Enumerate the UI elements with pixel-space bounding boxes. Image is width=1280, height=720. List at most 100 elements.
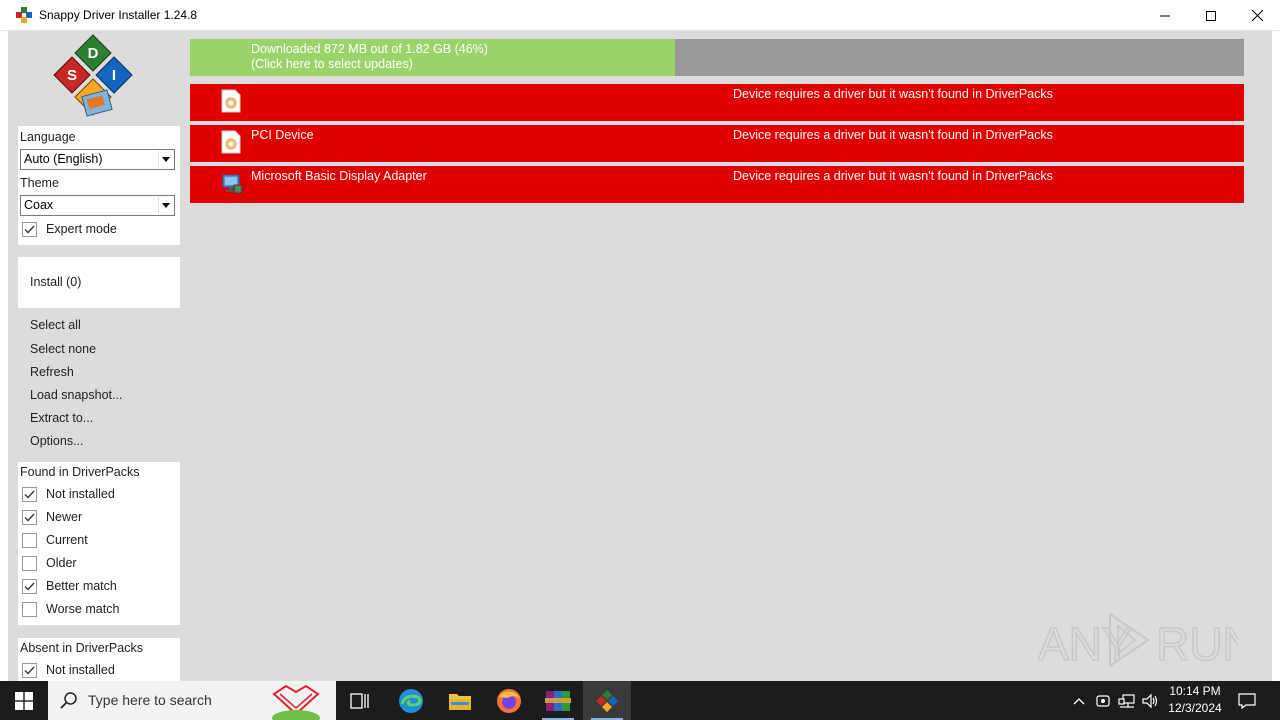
winrar-icon xyxy=(545,690,571,711)
checkbox-checked-icon xyxy=(22,662,37,678)
svg-text:RUN: RUN xyxy=(1156,618,1238,670)
settings-panel: Language Auto (English) Theme Coax Exper… xyxy=(18,126,180,245)
theme-select-value: Coax xyxy=(24,198,54,212)
found-filter-checkbox[interactable]: Newer xyxy=(22,508,82,526)
windows-icon xyxy=(15,691,33,710)
found-filters-panel: Found in DriverPacks Not installed Newer C… xyxy=(18,462,180,625)
select-all-button[interactable]: Select all xyxy=(30,318,81,332)
chevron-up-icon xyxy=(1073,697,1085,704)
device-row[interactable]: Microsoft Basic Display Adapter Device re… xyxy=(190,166,1244,203)
tray-network[interactable] xyxy=(1116,681,1138,720)
checkbox-unchecked-icon xyxy=(22,601,37,617)
network-icon xyxy=(1118,693,1135,708)
refresh-button[interactable]: Refresh xyxy=(30,365,74,379)
checkbox-checked-icon xyxy=(22,486,37,502)
folder-icon xyxy=(449,693,471,710)
firefox-icon xyxy=(497,688,521,713)
tray-meet-now[interactable] xyxy=(1092,681,1114,720)
absent-title: Absent in DriverPacks xyxy=(20,641,143,655)
sdi-logo: D S I xyxy=(48,33,138,125)
sidebar: D S I Language Auto (English) Theme Coax… xyxy=(8,31,188,681)
download-progress-bar[interactable]: Downloaded 872 MB out of 1.82 GB (46%) (… xyxy=(190,39,1244,76)
taskbar-edge[interactable] xyxy=(387,681,435,720)
notification-icon xyxy=(1238,692,1256,709)
search-placeholder: Type here to search xyxy=(88,692,212,708)
extract-to-button[interactable]: Extract to... xyxy=(30,411,93,425)
filter-label: Worse match xyxy=(46,602,120,616)
filter-label: Not installed xyxy=(46,487,115,501)
app-icon xyxy=(16,7,32,23)
svg-text:S: S xyxy=(67,67,77,84)
language-select[interactable]: Auto (English) xyxy=(20,149,175,170)
device-row[interactable]: Device requires a driver but it wasn't f… xyxy=(190,84,1244,121)
found-filter-checkbox[interactable]: Older xyxy=(22,554,77,572)
select-none-button[interactable]: Select none xyxy=(30,342,96,356)
taskbar-search-box[interactable]: Type here to search xyxy=(48,681,336,720)
chevron-down-icon xyxy=(158,197,173,214)
action-center-button[interactable] xyxy=(1234,681,1260,720)
theme-select[interactable]: Coax xyxy=(20,195,175,216)
search-icon xyxy=(60,691,78,712)
device-row[interactable]: PCI Device Device requires a driver but i… xyxy=(190,125,1244,162)
taskbar: Type here to search 10:14 PM 12/3/2024 xyxy=(0,681,1280,720)
svg-text:I: I xyxy=(112,67,116,84)
absent-filter-checkbox[interactable]: Not installed xyxy=(22,661,115,679)
device-generic-icon xyxy=(221,130,241,154)
taskbar-snappy-driver-installer[interactable] xyxy=(583,681,631,720)
device-name: Microsoft Basic Display Adapter xyxy=(251,169,427,183)
svg-text:D: D xyxy=(88,45,99,62)
progress-line-2: (Click here to select updates) xyxy=(251,57,413,71)
found-title: Found in DriverPacks xyxy=(20,465,140,479)
checkbox-checked-icon xyxy=(22,578,37,594)
window-border-right xyxy=(1272,31,1280,681)
filter-label: Newer xyxy=(46,510,83,524)
title-bar: Snappy Driver Installer 1.24.8 xyxy=(0,0,1280,31)
filter-label: Older xyxy=(46,556,77,570)
expert-mode-checkbox[interactable]: Expert mode xyxy=(22,220,117,238)
progress-line-1: Downloaded 872 MB out of 1.82 GB (46%) xyxy=(251,42,488,56)
meet-now-icon xyxy=(1096,694,1110,707)
found-filter-checkbox[interactable]: Worse match xyxy=(22,600,119,618)
found-filter-checkbox[interactable]: Not installed xyxy=(22,485,115,503)
install-panel[interactable]: Install (0) xyxy=(18,257,180,308)
language-select-value: Auto (English) xyxy=(24,152,103,166)
found-filter-checkbox[interactable]: Better match xyxy=(22,577,117,595)
device-status: Device requires a driver but it wasn't f… xyxy=(733,128,1053,142)
close-button[interactable] xyxy=(1234,0,1280,31)
filter-label: Current xyxy=(46,533,88,547)
task-view-icon xyxy=(350,692,369,709)
checkbox-unchecked-icon xyxy=(22,532,37,548)
options-button[interactable]: Options... xyxy=(30,434,84,448)
search-highlight-icon xyxy=(266,684,326,720)
tray-volume[interactable] xyxy=(1140,681,1162,720)
install-button[interactable]: Install (0) xyxy=(30,275,81,289)
window-border-left xyxy=(0,31,8,681)
window-title: Snappy Driver Installer 1.24.8 xyxy=(39,8,198,22)
taskbar-winrar[interactable] xyxy=(534,681,582,720)
filter-label: Not installed xyxy=(46,663,115,677)
found-filter-checkbox[interactable]: Current xyxy=(22,531,88,549)
language-label: Language xyxy=(20,130,76,144)
taskbar-file-explorer[interactable] xyxy=(436,681,484,720)
expert-mode-label: Expert mode xyxy=(46,222,117,236)
checkbox-checked-icon xyxy=(22,509,37,525)
taskbar-clock[interactable]: 10:14 PM 12/3/2024 xyxy=(1160,683,1230,717)
theme-label: Theme xyxy=(20,176,59,190)
taskbar-firefox[interactable] xyxy=(485,681,533,720)
filter-label: Better match xyxy=(46,579,117,593)
volume-icon xyxy=(1142,693,1158,708)
sdi-icon xyxy=(596,689,618,712)
maximize-button[interactable] xyxy=(1188,0,1234,31)
load-snapshot-button[interactable]: Load snapshot... xyxy=(30,388,122,402)
clock-date: 12/3/2024 xyxy=(1168,701,1222,715)
anyrun-watermark: ANY RUN xyxy=(1037,608,1256,672)
progress-text: Downloaded 872 MB out of 1.82 GB (46%) (… xyxy=(251,42,488,72)
device-generic-icon xyxy=(221,89,241,113)
checkbox-unchecked-icon xyxy=(22,555,37,571)
device-status: Device requires a driver but it wasn't f… xyxy=(733,169,1053,183)
start-button[interactable] xyxy=(0,681,48,720)
show-hidden-icons-button[interactable] xyxy=(1068,681,1090,720)
minimize-button[interactable] xyxy=(1142,0,1188,31)
task-view-button[interactable] xyxy=(336,681,384,720)
clock-time: 10:14 PM xyxy=(1169,684,1221,698)
